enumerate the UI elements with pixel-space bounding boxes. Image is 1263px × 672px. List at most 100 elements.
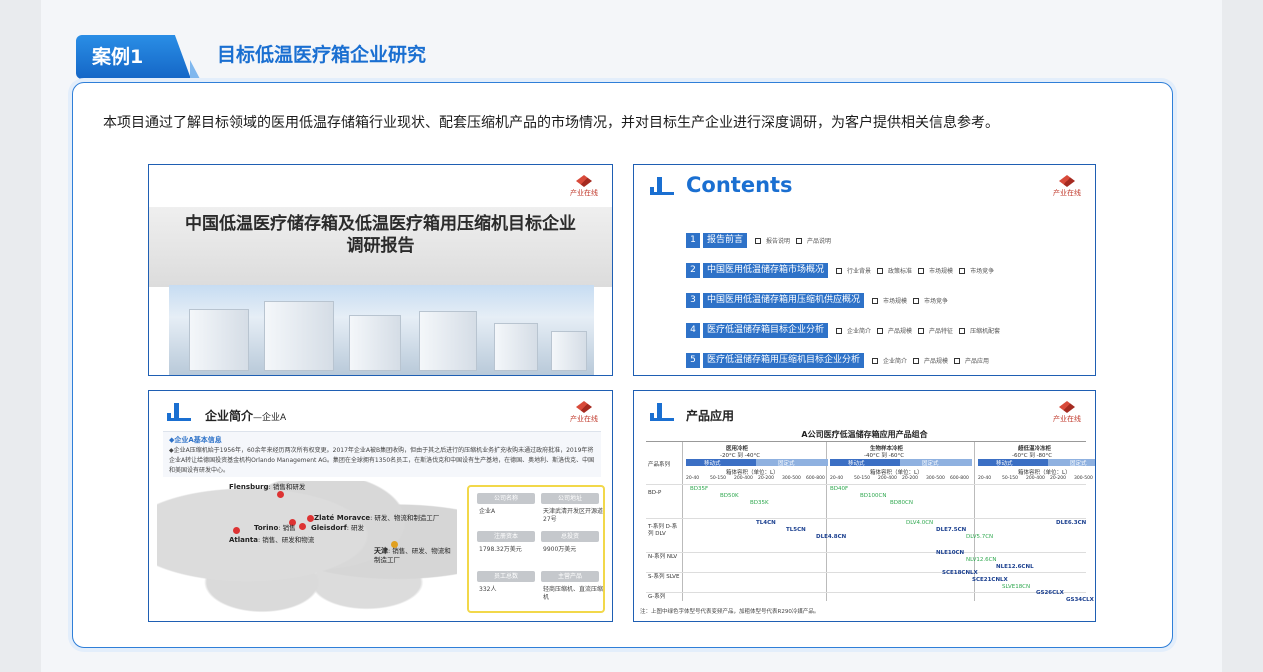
- bar-logo-icon: [167, 403, 191, 421]
- city-atlanta: Atlanta: 销售、研发和物流: [229, 536, 315, 544]
- sub-label: 移动式: [704, 461, 721, 467]
- city-zlate: Zlaté Moravce: 研发、物流和制造工厂: [314, 514, 440, 522]
- model-label: GS34CLX: [1066, 597, 1094, 603]
- logo-text: 产业在线: [570, 189, 598, 197]
- contents-subitem: 市场竞争: [959, 266, 994, 275]
- logo-text: 产业在线: [570, 415, 598, 423]
- contents-subitem: 市场竞争: [913, 296, 948, 305]
- contents-item[interactable]: 2 中国医用低温储存箱市场概况 行业背景 政策标准 市场规模 市场竞争: [686, 263, 1000, 278]
- contents-item-number: 1: [686, 233, 700, 248]
- map-pin: [307, 515, 314, 522]
- lab-photo: [169, 285, 594, 375]
- map-pin: [299, 523, 306, 530]
- case-tag: 案例1: [76, 35, 191, 79]
- fact-value: 轻商压缩机、直流压缩机: [543, 586, 604, 601]
- volume-tick: 300-500: [1074, 476, 1093, 481]
- model-label: DLV5.7CN: [966, 534, 994, 540]
- table-divider: [646, 484, 1086, 485]
- model-label: GS26CLX: [1036, 590, 1064, 596]
- freezer-image: [419, 311, 477, 371]
- series-name: N-系列 NLV: [648, 554, 678, 560]
- fact-label: 公司名称: [477, 493, 535, 504]
- city-name: Torino: [254, 524, 279, 532]
- company-heading: 企业简介—企业A: [205, 407, 286, 424]
- city-desc: 研发、物流和制造工厂: [374, 514, 440, 522]
- table-divider: [682, 442, 683, 601]
- logo-icon: [1059, 401, 1075, 413]
- company-heading-text: 企业简介: [205, 409, 254, 423]
- intro-text: 本项目通过了解目标领域的医用低温存储箱行业现状、配套压缩机产品的市场情况，并对目…: [103, 115, 999, 131]
- freezer-image: [551, 331, 587, 371]
- contents-item-number: 3: [686, 293, 700, 308]
- volume-tick: 20-200: [902, 476, 918, 481]
- fact-value: 企业A: [479, 508, 496, 515]
- logo-icon: [576, 401, 592, 413]
- city-torino: Torino: 销售: [254, 524, 296, 532]
- city-name: Atlanta: [229, 536, 258, 544]
- info-text: ◆企业A压缩机始于1956年，60余年来经历两次所有权变更。2017年企业A被B…: [169, 447, 595, 474]
- contents-item-label: 中国医用低温储存箱用压缩机供应概况: [703, 293, 865, 308]
- bar-logo-icon: [650, 403, 674, 421]
- model-label: NLV12.6CN: [966, 557, 997, 563]
- slide-application[interactable]: 产品应用 产业在线 A公司医疗低温储存箱应用产品组合 医用冷柜 -20°C 到 -…: [633, 390, 1096, 622]
- model-label: NLE12.6CNL: [996, 564, 1034, 570]
- fact-label: 注册资本: [477, 531, 535, 542]
- contents-item-number: 4: [686, 323, 700, 338]
- application-heading: 产品应用: [686, 409, 735, 423]
- sub-label: 固定式: [1070, 461, 1087, 467]
- slide-company[interactable]: 企业简介—企业A 产业在线 ◆企业A基本信息 ◆企业A压缩机始于1956年，60…: [148, 390, 613, 622]
- contents-subitem: 产品规模: [913, 356, 948, 365]
- model-label: NLE10CN: [936, 550, 965, 556]
- freezer-image: [349, 315, 401, 371]
- contents-item-label: 医疗低温储存箱目标企业分析: [703, 323, 829, 338]
- logo-text: 产业在线: [1053, 189, 1081, 197]
- city-desc: 销售、研发和物流: [262, 536, 315, 544]
- model-label: BD35F: [690, 486, 709, 492]
- sub-label: 固定式: [778, 461, 795, 467]
- contents-subitem: 报告说明: [755, 236, 790, 245]
- fact-label: 总投资: [541, 531, 599, 542]
- model-label: DLE4.8CN: [816, 534, 847, 540]
- group-bar: [686, 459, 756, 466]
- slide-cover[interactable]: 产业在线 中国低温医疗储存箱及低温医疗箱用压缩机目标企业 调研报告: [148, 164, 613, 376]
- volume-tick: 20-200: [1050, 476, 1066, 481]
- row-header: 产品系列: [648, 462, 671, 468]
- freezer-image: [494, 323, 538, 371]
- contents-subitem: 政策标准: [877, 266, 912, 275]
- logo-text: 产业在线: [1053, 415, 1081, 423]
- contents-item[interactable]: 5 医疗低温储存箱用压缩机目标企业分析 企业简介 产品规模 产品应用: [686, 353, 995, 368]
- model-label: BD35K: [750, 500, 769, 506]
- model-label: BD100CN: [860, 493, 887, 499]
- company-heading-sub: —企业A: [253, 413, 287, 423]
- freezer-image: [264, 301, 334, 371]
- contents-item-label: 中国医用低温储存箱市场概况: [703, 263, 829, 278]
- logo: 产业在线: [1053, 401, 1081, 424]
- volume-tick: 50-150: [1002, 476, 1018, 481]
- freezer-image: [189, 309, 249, 371]
- city-desc: 研发: [351, 524, 365, 532]
- group-bar: [978, 459, 1048, 466]
- slide-contents[interactable]: Contents 产业在线 1 报告前言 报告说明 产品说明 2 中国医用低温储存箱市场概…: [633, 164, 1096, 376]
- fact-label: 员工总数: [477, 571, 535, 582]
- volume-tick: 20-40: [686, 476, 700, 481]
- table-divider: [646, 518, 1086, 519]
- product-table: 医用冷柜 -20°C 到 -40°C 移动式 固定式 箱体容积（单位：L） 20-40 50…: [646, 441, 1095, 603]
- contents-item[interactable]: 3 中国医用低温储存箱用压缩机供应概况 市场规模 市场竞争: [686, 293, 954, 308]
- contents-item-label: 报告前言: [703, 233, 748, 248]
- cover-title: 中国低温医疗储存箱及低温医疗箱用压缩机目标企业 调研报告: [149, 213, 612, 257]
- volume-label: 箱体容积（单位：L）: [870, 470, 923, 476]
- table-divider: [646, 572, 1086, 573]
- volume-label: 箱体容积（单位：L）: [726, 470, 779, 476]
- contents-subitem: 产品说明: [796, 236, 831, 245]
- contents-subitem: 企业简介: [872, 356, 907, 365]
- city-flensburg: Flensburg: 销售和研发: [229, 483, 306, 491]
- info-title: ◆企业A基本信息: [169, 436, 222, 444]
- city-name: Gleisdorf: [311, 524, 347, 532]
- contents-item[interactable]: 4 医疗低温储存箱目标企业分析 企业简介 产品规模 产品特征 压缩机配套: [686, 323, 1006, 338]
- map-pin: [277, 491, 284, 498]
- model-label: TL5CN: [786, 527, 806, 533]
- map-pin: [233, 527, 240, 534]
- fact-value: 天津武清开发区开源道27号: [543, 508, 604, 523]
- contents-item[interactable]: 1 报告前言 报告说明 产品说明: [686, 233, 837, 248]
- company-facts-box: 公司名称 企业A 公司地址 天津武清开发区开源道27号 注册资本 1798.32万美元 总投…: [467, 485, 605, 613]
